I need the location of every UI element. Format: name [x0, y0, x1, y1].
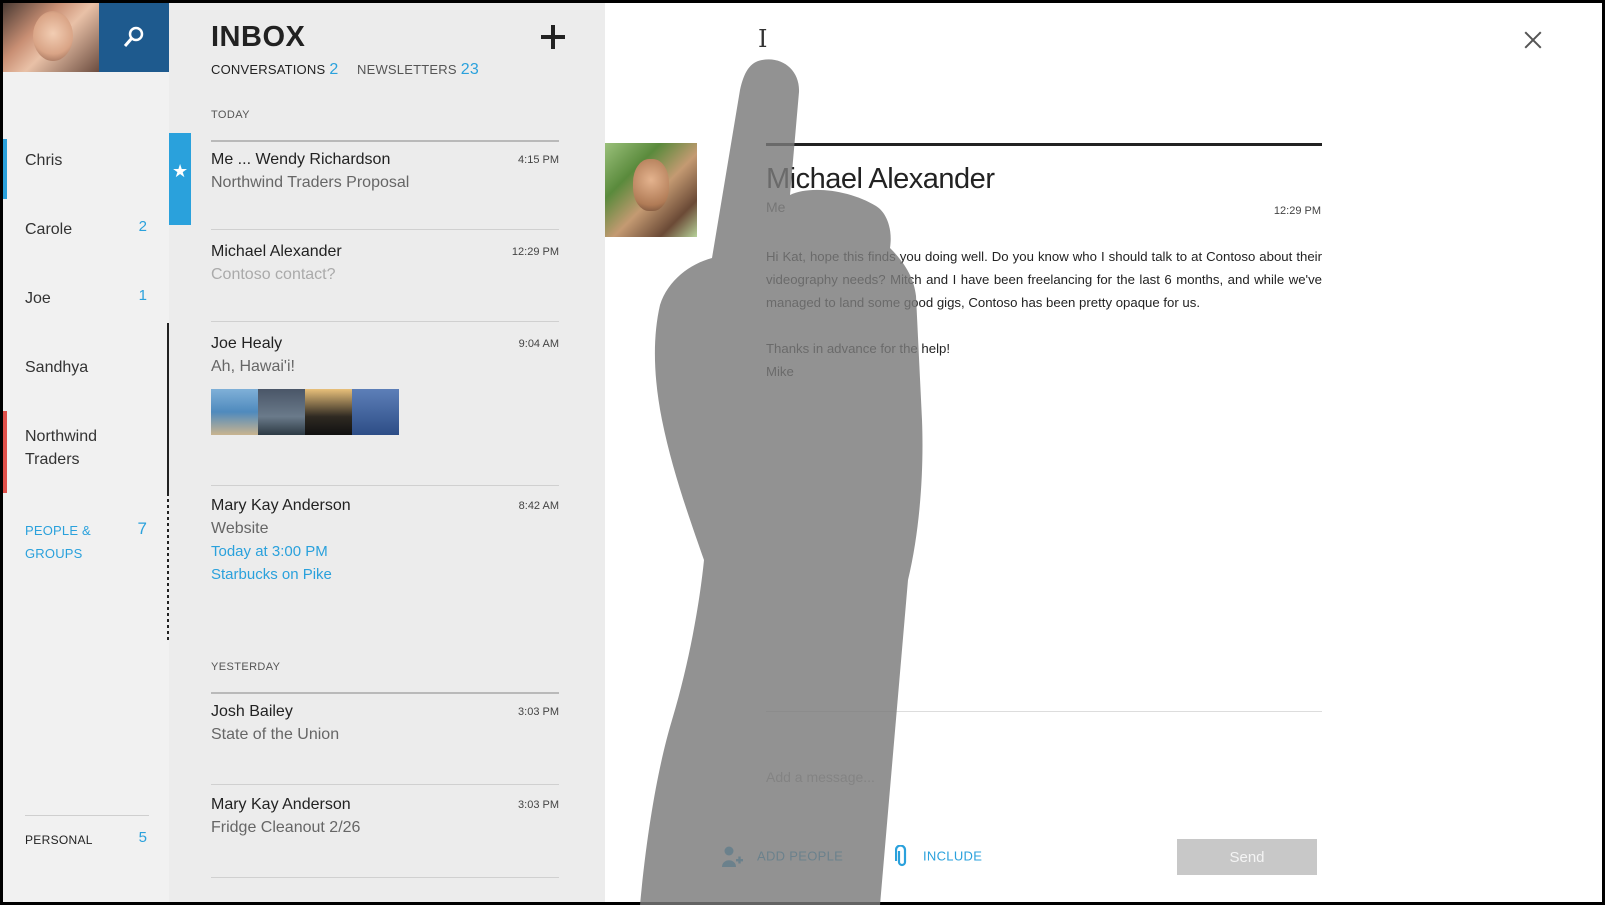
text-cursor-icon: I	[758, 25, 768, 53]
paperclip-icon	[895, 845, 907, 867]
close-button[interactable]	[1522, 29, 1544, 51]
personal-label: PERSONAL	[25, 833, 93, 847]
tab-count: 23	[460, 61, 479, 78]
people-rail: Chris Carole 2 Joe 1 Sandhya Northwind T…	[3, 3, 169, 902]
add-people-button[interactable]: ADD PEOPLE	[721, 845, 843, 869]
mail-app-window: Chris Carole 2 Joe 1 Sandhya Northwind T…	[3, 3, 1602, 902]
tab-conversations[interactable]: CONVERSATIONS 2	[211, 61, 338, 79]
message-sender: Me ... Wendy Richardson	[211, 151, 391, 168]
message-time: 8:42 AM	[518, 500, 559, 512]
message-header-rule	[766, 143, 1322, 146]
message-time: 4:15 PM	[518, 154, 559, 166]
message-row[interactable]: Michael Alexander 12:29 PM Contoso conta…	[169, 243, 605, 303]
people-groups-label: PEOPLE & GROUPS	[25, 523, 91, 561]
message-sender: Josh Bailey	[211, 703, 293, 720]
body-paragraph: Thanks in advance for the help!	[766, 341, 951, 356]
tab-newsletters[interactable]: NEWSLETTERS 23	[357, 61, 479, 79]
send-button[interactable]: Send	[1177, 839, 1317, 875]
rail-divider	[25, 815, 149, 816]
message-row[interactable]: Mary Kay Anderson 3:03 PM Fridge Cleanou…	[169, 796, 605, 856]
rail-item-label: Joe	[25, 290, 51, 307]
message-time: 3:03 PM	[518, 799, 559, 811]
personal-count: 5	[138, 829, 147, 846]
message-sender: Mary Kay Anderson	[211, 796, 351, 813]
section-header-yesterday: YESTERDAY	[211, 661, 281, 673]
rail-item-chris[interactable]: Chris	[3, 149, 169, 179]
inbox-title: INBOX	[211, 21, 306, 53]
message-time: 12:29 PM	[511, 246, 559, 258]
message-row[interactable]: Joe Healy 9:04 AM Ah, Hawai'i!	[169, 335, 605, 447]
photo-thumbnail[interactable]	[258, 389, 305, 435]
flag-marker[interactable]: ★	[169, 133, 191, 225]
rail-item-northwind[interactable]: Northwind Traders	[3, 425, 169, 473]
row-divider	[211, 229, 559, 230]
message-row[interactable]: ★ Me ... Wendy Richardson 4:15 PM Northw…	[169, 133, 605, 231]
new-message-button[interactable]	[539, 23, 567, 51]
photo-thumbnail[interactable]	[305, 389, 352, 435]
add-person-icon	[722, 846, 743, 867]
photo-thumbnail[interactable]	[211, 389, 258, 435]
rail-item-label: Carole	[25, 221, 73, 238]
tab-label: CONVERSATIONS	[211, 62, 326, 77]
user-avatar[interactable]	[3, 3, 99, 72]
message-subject: State of the Union	[211, 726, 340, 743]
message-body: Hi Kat, hope this finds you doing well. …	[766, 245, 1322, 383]
personal-folder[interactable]: PERSONAL 5	[3, 829, 169, 859]
unread-count: 1	[138, 287, 147, 304]
message-subject: Fridge Cleanout 2/26	[211, 819, 361, 836]
message-sender: Michael Alexander	[211, 243, 342, 260]
people-groups-count: 7	[137, 519, 147, 538]
message-list: INBOX CONVERSATIONS 2 NEWSLETTERS 23 TODAY…	[169, 3, 605, 902]
event-time: Today at 3:00 PM	[211, 543, 328, 560]
include-attachment-button[interactable]: INCLUDE	[895, 845, 982, 869]
message-time: 9:04 AM	[518, 338, 559, 350]
message-from: Michael Alexander	[766, 163, 995, 195]
message-sender: Joe Healy	[211, 335, 283, 352]
tab-count: 2	[329, 61, 339, 78]
body-paragraph: Hi Kat, hope this finds you doing well. …	[766, 249, 1322, 310]
message-time: 12:29 PM	[1273, 205, 1321, 217]
search-icon	[123, 26, 144, 47]
add-people-label: ADD PEOPLE	[757, 848, 844, 864]
message-subject: Ah, Hawai'i!	[211, 358, 295, 375]
reply-message-input[interactable]	[766, 765, 1322, 789]
event-location: Starbucks on Pike	[211, 566, 332, 583]
rail-item-label: Chris	[25, 152, 63, 169]
row-divider	[211, 321, 559, 322]
sender-photo[interactable]	[605, 143, 697, 237]
tab-label: NEWSLETTERS	[357, 62, 457, 77]
rail-item-sandhya[interactable]: Sandhya	[3, 356, 169, 386]
message-sender: Mary Kay Anderson	[211, 497, 351, 514]
photo-attachments[interactable]	[211, 389, 399, 435]
message-subject: Website	[211, 520, 269, 537]
include-label: INCLUDE	[923, 848, 983, 864]
rail-item-label: Northwind Traders	[25, 428, 98, 468]
row-divider	[211, 485, 559, 486]
message-to: Me	[766, 199, 786, 215]
reading-pane: I Michael Alexander Me 12:29 PM Hi Kat, …	[605, 3, 1602, 902]
section-rule	[211, 140, 559, 142]
search-button[interactable]	[99, 3, 169, 72]
section-rule	[211, 692, 559, 694]
message-time: 3:03 PM	[518, 706, 559, 718]
row-divider	[211, 784, 559, 785]
unread-count: 2	[138, 218, 147, 235]
photo-thumbnail[interactable]	[352, 389, 399, 435]
rail-item-joe[interactable]: Joe 1	[3, 287, 169, 317]
rail-item-carole[interactable]: Carole 2	[3, 218, 169, 248]
message-subject: Northwind Traders Proposal	[211, 174, 410, 191]
section-header-today: TODAY	[211, 109, 250, 121]
message-row[interactable]: Mary Kay Anderson 8:42 AM Website Today …	[169, 497, 605, 597]
people-groups-link[interactable]: PEOPLE & GROUPS 7	[3, 519, 169, 567]
signature: Mike	[766, 364, 794, 379]
star-icon: ★	[172, 161, 189, 181]
rail-item-label: Sandhya	[25, 359, 89, 376]
reply-divider	[766, 711, 1322, 712]
row-divider	[211, 877, 559, 878]
message-subject: Contoso contact?	[211, 266, 336, 283]
message-row[interactable]: Josh Bailey 3:03 PM State of the Union	[169, 703, 605, 763]
